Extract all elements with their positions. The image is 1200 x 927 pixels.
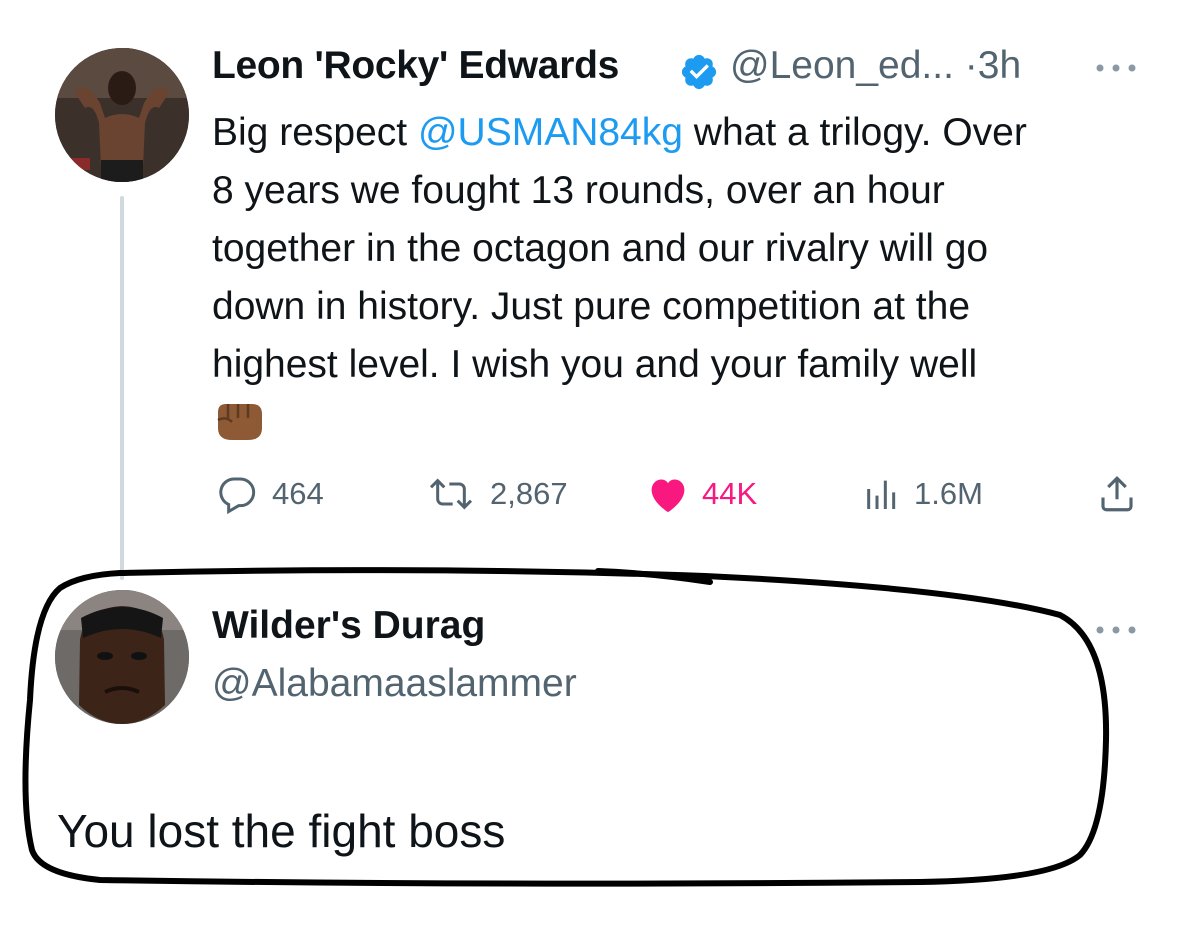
- tweet-text-line: highest level. I wish you and your famil…: [212, 343, 978, 386]
- tweet-text-line: 8 years we fought 13 rounds, over an hou…: [212, 169, 945, 212]
- reply-action[interactable]: 464: [214, 472, 324, 516]
- reply-avatar-photo-icon: [55, 590, 189, 724]
- reply-icon: [219, 477, 256, 514]
- retweet-count: 2,867: [490, 476, 568, 511]
- like-icon: [651, 479, 685, 513]
- retweet-action[interactable]: 2,867: [424, 472, 568, 516]
- like-count: 44K: [702, 476, 758, 511]
- author-handle[interactable]: @Leon_ed...: [730, 44, 954, 87]
- author-avatar[interactable]: [55, 48, 189, 182]
- views-action[interactable]: 1.6M: [862, 472, 983, 516]
- tweet-text-line: Big respect @USMAN84kg what a trilogy. O…: [212, 104, 1172, 162]
- tweet-text-line: down in history. Just pure competition a…: [212, 285, 971, 328]
- reply-author-handle[interactable]: @Alabamaaslammer: [212, 662, 577, 706]
- retweet-icon: [429, 478, 473, 510]
- separator-dot: ·: [964, 44, 978, 87]
- views-count: 1.6M: [914, 476, 983, 511]
- tweet-text-segment: Big respect: [212, 111, 418, 154]
- tweet-time[interactable]: 3h: [978, 44, 1021, 87]
- avatar-photo-icon: [55, 48, 189, 182]
- reply-author-avatar[interactable]: [55, 590, 189, 724]
- like-action[interactable]: 44K: [646, 472, 757, 516]
- more-icon[interactable]: [1092, 58, 1140, 78]
- tweet-text-segment: what a trilogy. Over: [682, 111, 1027, 154]
- author-handle-time[interactable]: @Leon_ed... ·3h: [730, 44, 1021, 88]
- views-icon: [867, 480, 896, 509]
- tweet-text: Big respect @USMAN84kg what a trilogy. O…: [212, 104, 1172, 394]
- verified-badge-icon: [681, 54, 717, 90]
- share-action[interactable]: [1096, 472, 1138, 516]
- share-icon: [1101, 476, 1133, 512]
- reply-more-icon[interactable]: [1092, 620, 1140, 640]
- thread-connector-line: [120, 196, 124, 580]
- reply-count: 464: [272, 476, 324, 511]
- author-name[interactable]: Leon 'Rocky' Edwards: [212, 44, 619, 88]
- reply-text: You lost the fight boss: [57, 805, 506, 857]
- reply-author-name[interactable]: Wilder's Durag: [212, 604, 485, 648]
- tweet-text-line: together in the octagon and our rivalry …: [212, 227, 989, 270]
- mention-link[interactable]: @USMAN84kg: [418, 111, 683, 154]
- fist-emoji-icon: [217, 404, 262, 440]
